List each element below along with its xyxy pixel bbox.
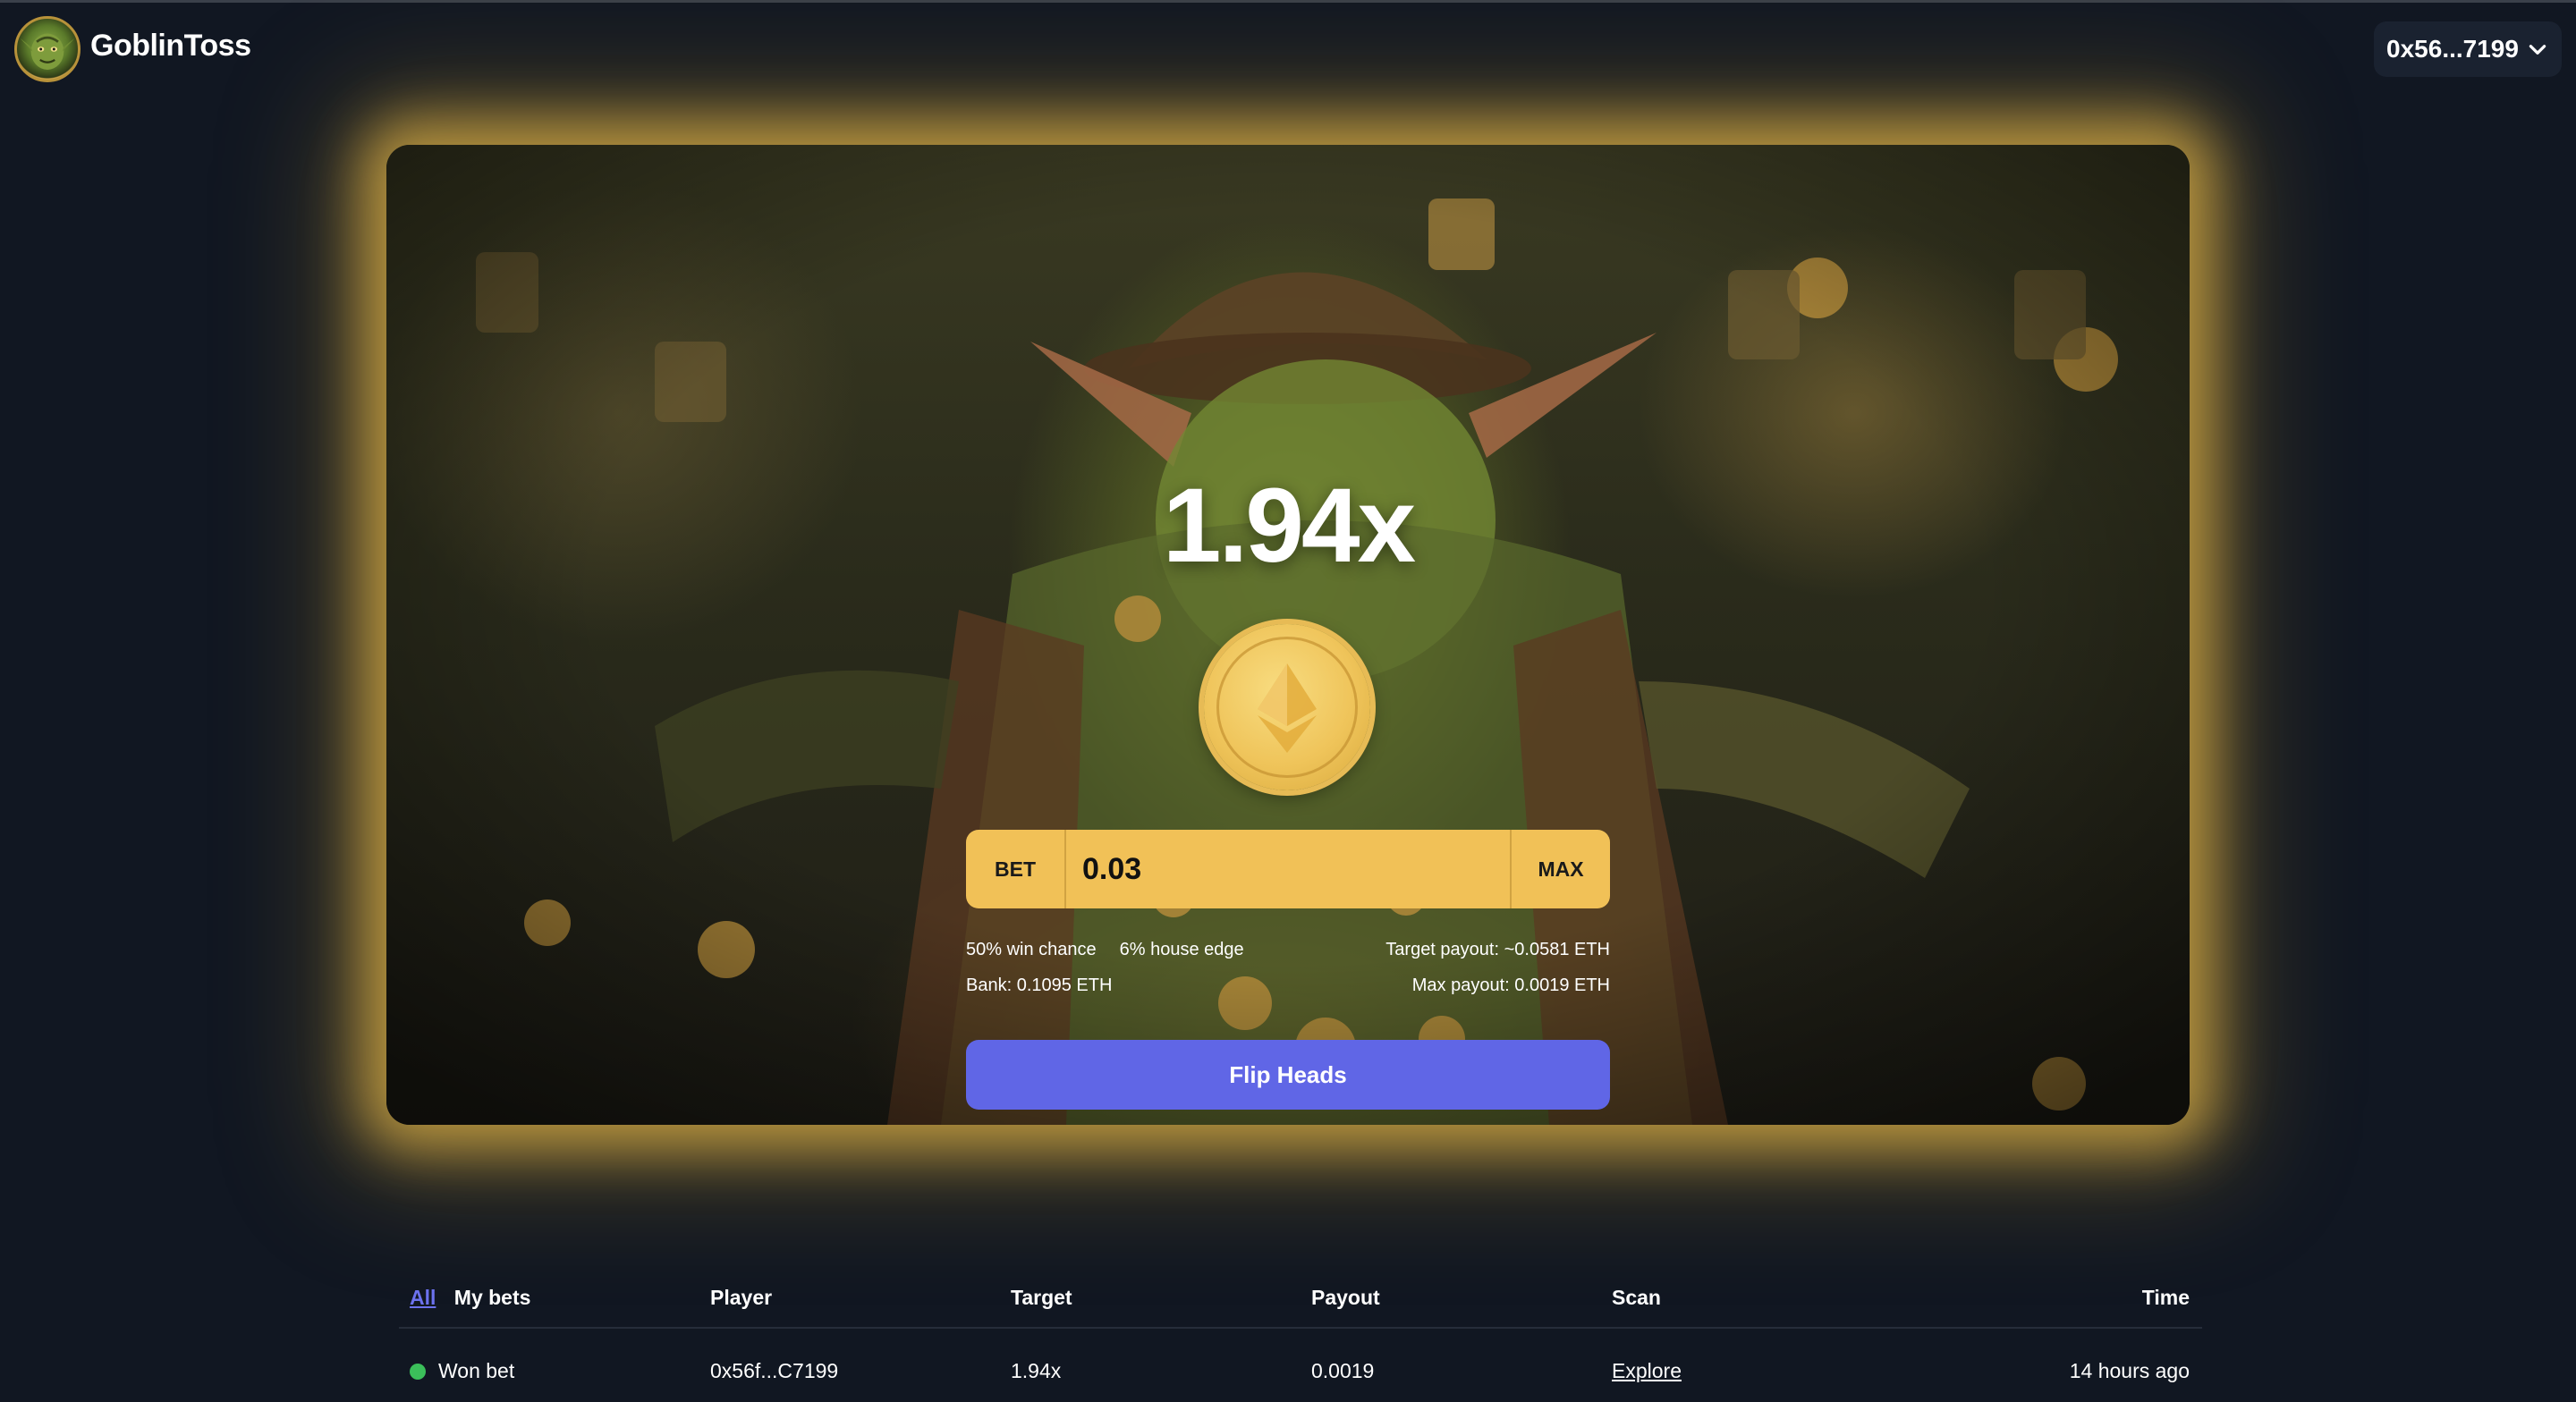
chevron-down-icon: [2529, 45, 2546, 55]
row-time: 14 hours ago: [2069, 1359, 2190, 1382]
explore-link[interactable]: Explore: [1612, 1359, 1682, 1383]
header: GoblinToss 0x56...7199: [0, 0, 2576, 98]
row-target: 1.94x: [1011, 1359, 1062, 1382]
bet-amount-input[interactable]: [1066, 830, 1510, 908]
bet-amount-bar: BET MAX: [966, 830, 1610, 908]
tab-my-bets[interactable]: My bets: [454, 1286, 531, 1309]
game-panel: 1.94x BET MAX 50% win chance 6% house ed…: [386, 145, 2190, 1125]
column-payout: Payout: [1311, 1286, 1380, 1309]
table-row: Won bet 0x56f...C7199 1.94x 0.0019 Explo…: [399, 1329, 2202, 1391]
won-status-dot-icon: [410, 1364, 426, 1380]
bet-label: BET: [966, 830, 1066, 908]
flip-heads-button[interactable]: Flip Heads: [966, 1040, 1610, 1110]
bets-table: All My bets Player Target Payout Scan Ti…: [399, 1266, 2202, 1391]
brand-name[interactable]: GoblinToss: [90, 29, 251, 63]
wallet-dropdown-button[interactable]: 0x56...7199: [2374, 21, 2562, 77]
column-scan: Scan: [1612, 1286, 1661, 1309]
goblin-logo-icon[interactable]: [14, 16, 80, 82]
eth-coin-icon[interactable]: [1204, 624, 1370, 790]
bank-balance: Bank: 0.1095 ETH: [966, 975, 1113, 995]
wallet-address: 0x56...7199: [2386, 35, 2519, 63]
bet-status: Won bet: [438, 1359, 515, 1382]
house-edge: 6% house edge: [1119, 939, 1244, 959]
row-payout: 0.0019: [1311, 1359, 1375, 1382]
table-header: All My bets Player Target Payout Scan Ti…: [399, 1266, 2202, 1329]
target-payout: Target payout: ~0.0581 ETH: [1385, 939, 1610, 959]
win-chance: 50% win chance: [966, 939, 1097, 959]
tab-all[interactable]: All: [410, 1286, 436, 1309]
column-player: Player: [710, 1286, 773, 1309]
ethereum-icon: [1258, 663, 1317, 753]
row-player: 0x56f...C7199: [710, 1359, 839, 1382]
max-bet-button[interactable]: MAX: [1510, 830, 1610, 908]
bet-stats: 50% win chance 6% house edge Target payo…: [966, 932, 1610, 1003]
column-time: Time: [2141, 1286, 2190, 1309]
payout-multiplier: 1.94x: [1162, 467, 1416, 585]
max-payout: Max payout: 0.0019 ETH: [1411, 975, 1610, 995]
column-target: Target: [1011, 1286, 1072, 1309]
